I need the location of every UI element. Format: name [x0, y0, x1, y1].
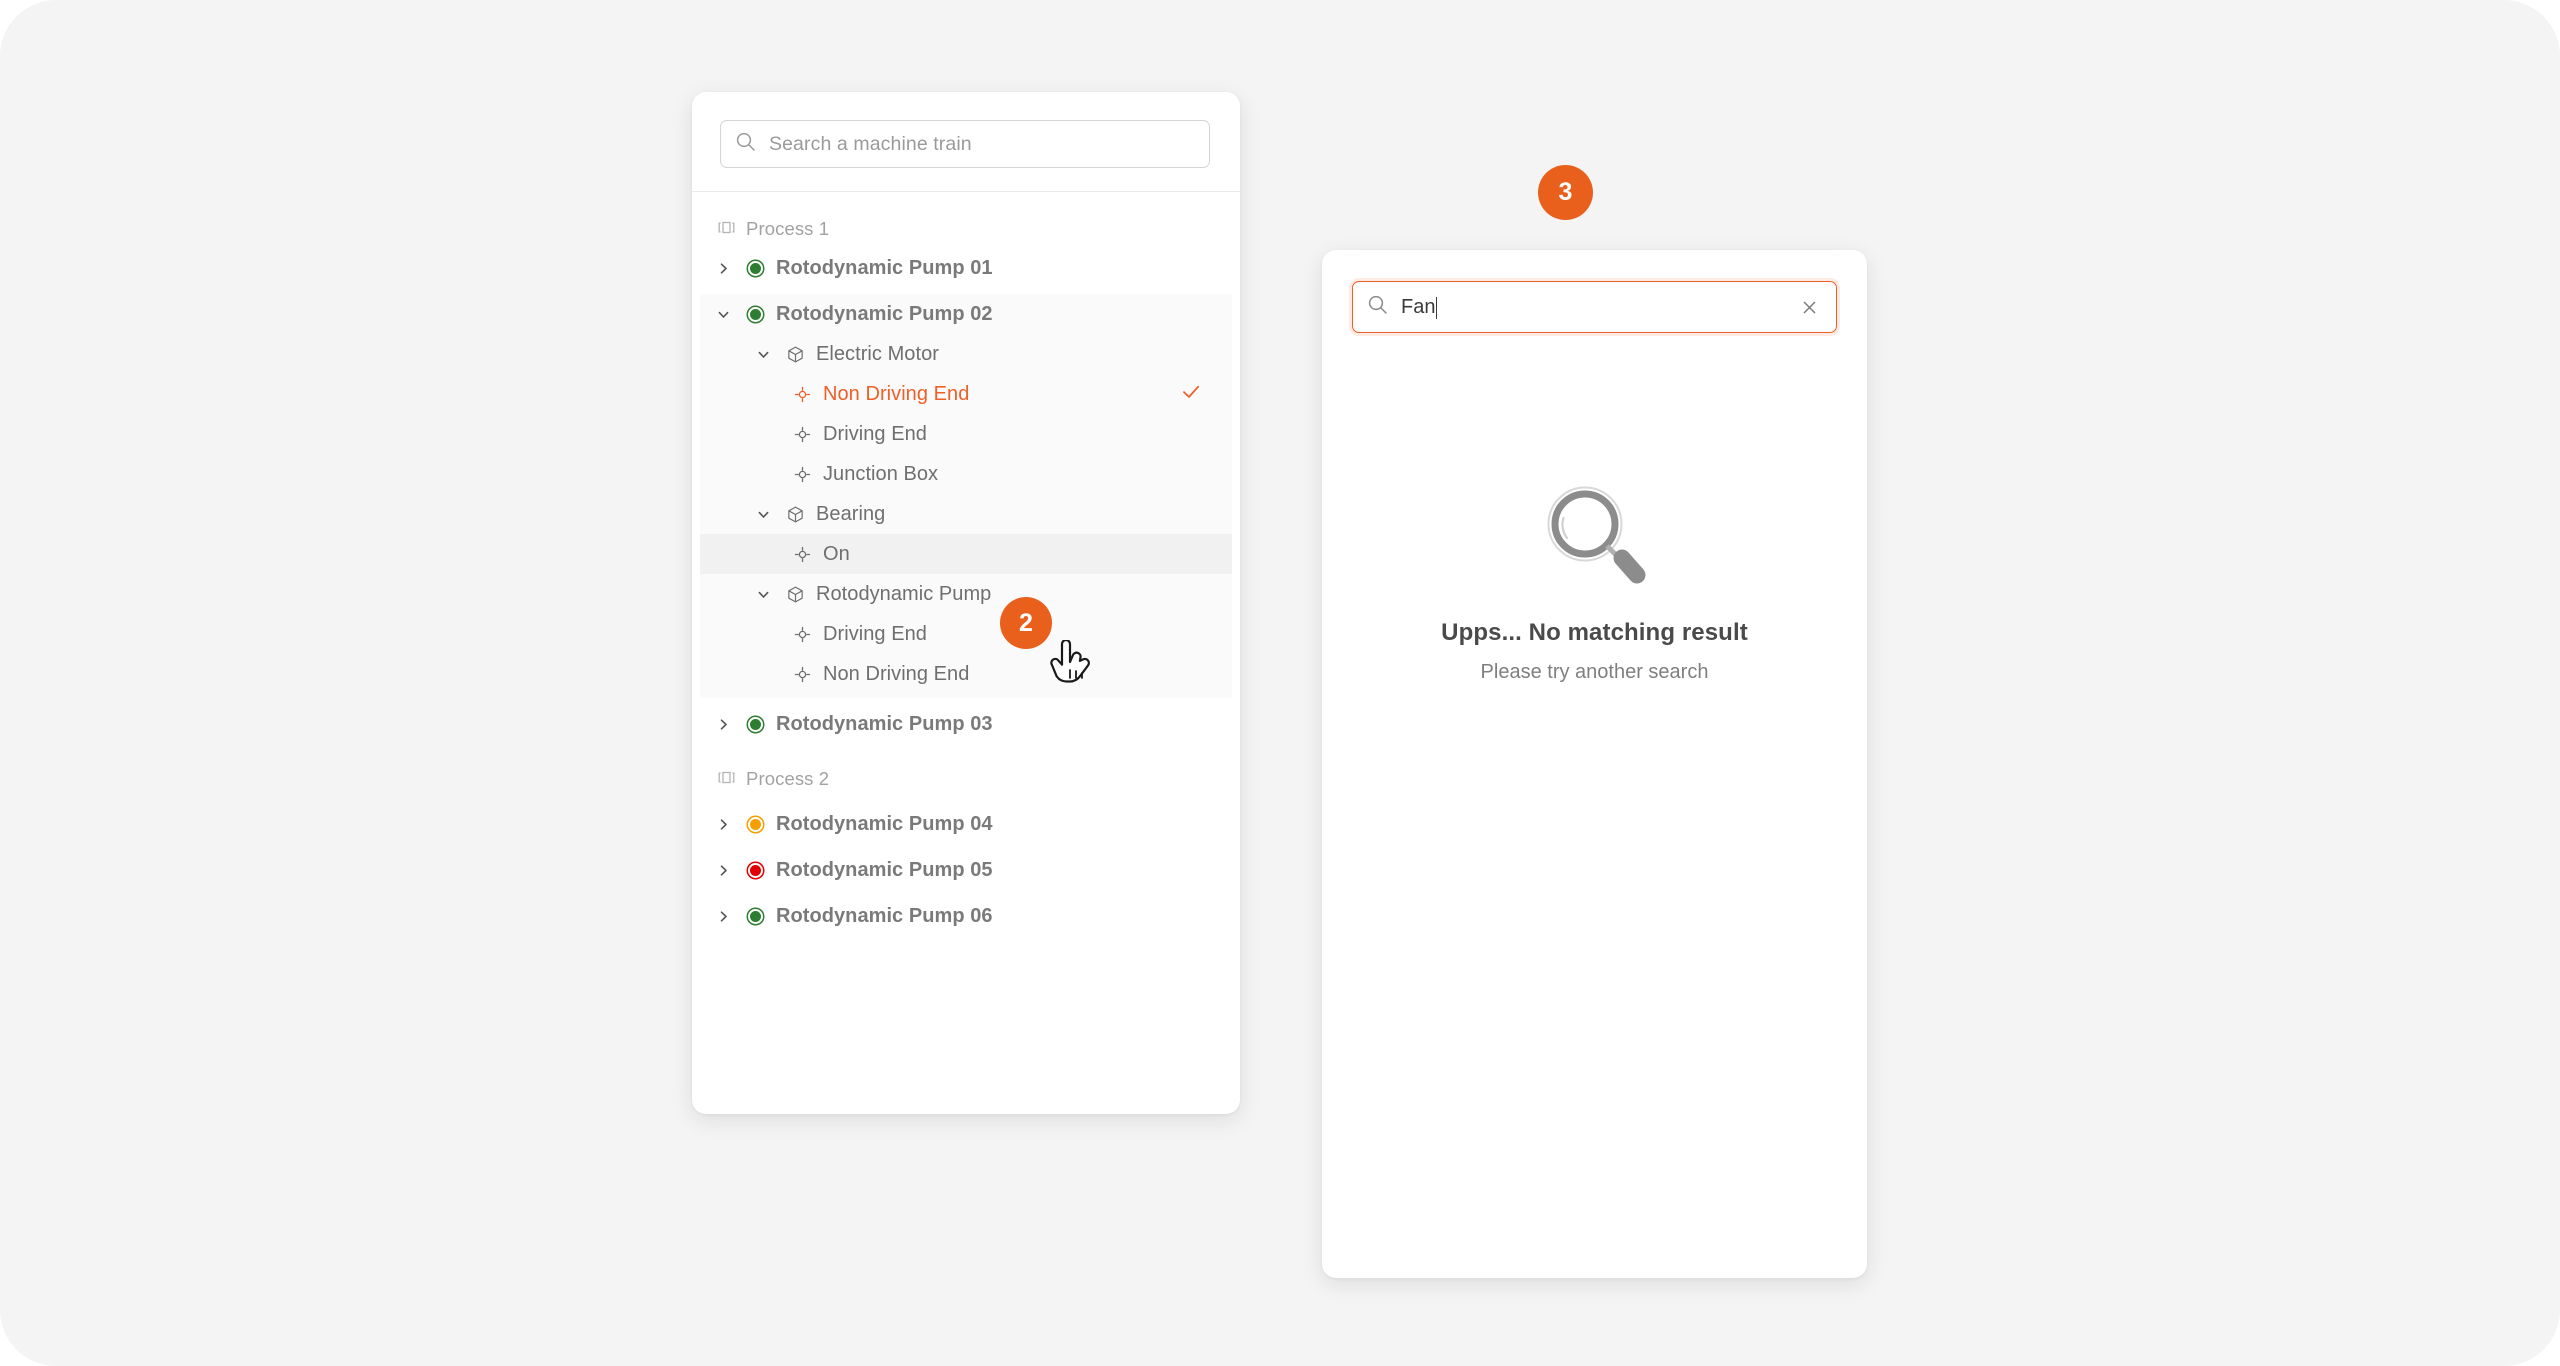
cube-icon [784, 343, 806, 365]
tree-row-point-selected[interactable]: Non Driving End [700, 374, 1232, 414]
chevron-right-icon[interactable] [712, 859, 734, 881]
chevron-right-icon[interactable] [712, 905, 734, 927]
tree-row-label: Non Driving End [823, 382, 970, 405]
tree-row-label: Driving End [823, 622, 927, 645]
tree-row-label: Rotodynamic Pump [816, 582, 992, 605]
tree-row-machine[interactable]: Rotodynamic Pump 04 [692, 804, 1240, 844]
tree-row-machine[interactable]: Rotodynamic Pump 05 [692, 850, 1240, 890]
tree-row-point[interactable]: Driving End [700, 614, 1232, 654]
check-icon [1180, 381, 1202, 408]
tree-group-header-process-2: Process 2 [692, 760, 1240, 798]
tree-row-label: Non Driving End [823, 662, 970, 685]
tree-row-point[interactable]: Junction Box [700, 454, 1232, 494]
measurement-point-icon [791, 623, 813, 645]
search-result-panel: Fan Upps... No matching result Please tr… [1322, 250, 1867, 1278]
search-placeholder-text: Search a machine train [769, 132, 972, 155]
tree-row-label: Rotodynamic Pump 06 [776, 904, 993, 927]
tree-group-label: Process 2 [746, 768, 830, 789]
tree-row-machine[interactable]: Rotodynamic Pump 01 [692, 248, 1240, 288]
measurement-point-icon [791, 383, 813, 405]
search-icon [1367, 294, 1388, 320]
empty-state-title: Upps... No matching result [1441, 619, 1748, 646]
cube-icon [784, 583, 806, 605]
result-search-input[interactable]: Fan [1352, 281, 1837, 333]
status-indicator-ok [744, 303, 766, 325]
empty-state-subtitle: Please try another search [1480, 661, 1709, 683]
machine-train-search-input[interactable]: Search a machine train [720, 120, 1210, 168]
chevron-down-icon[interactable] [752, 503, 774, 525]
process-icon [718, 768, 735, 790]
magnifier-illustration [1539, 480, 1651, 597]
tree-row-label: Rotodynamic Pump 01 [776, 256, 993, 279]
tree-row-label: Rotodynamic Pump 05 [776, 858, 993, 881]
cube-icon [784, 503, 806, 525]
status-indicator-ok [744, 905, 766, 927]
tree-row-label: Bearing [816, 502, 886, 525]
tree-row-label: Driving End [823, 422, 927, 445]
tree-row-point[interactable]: Non Driving End [700, 654, 1232, 694]
tree-row-point[interactable]: Driving End [700, 414, 1232, 454]
tree-row-point-hovered[interactable]: On [700, 534, 1232, 574]
app-canvas: Search a machine train Process 1 Rotodyn… [0, 0, 2560, 1366]
measurement-point-icon [791, 463, 813, 485]
tree-row-component[interactable]: Bearing [700, 494, 1232, 534]
chevron-down-icon[interactable] [712, 303, 734, 325]
tree-row-machine[interactable]: Rotodynamic Pump 06 [692, 896, 1240, 936]
measurement-point-icon [791, 543, 813, 565]
status-indicator-warn [744, 813, 766, 835]
measurement-point-icon [791, 663, 813, 685]
status-indicator-ok [744, 713, 766, 735]
tree-row-label: Junction Box [823, 462, 939, 485]
search-input-value: Fan [1401, 296, 1783, 319]
tree-row-machine[interactable]: Rotodynamic Pump 02 [700, 294, 1232, 334]
machine-tree-panel: Search a machine train Process 1 Rotodyn… [692, 92, 1240, 1114]
tree-row-label: Rotodynamic Pump 03 [776, 712, 993, 735]
close-icon[interactable] [1796, 294, 1822, 320]
expanded-machine-block: Rotodynamic Pump 02 Electric Motor Non D… [700, 294, 1232, 698]
step-badge-3: 3 [1538, 165, 1593, 220]
chevron-right-icon[interactable] [712, 257, 734, 279]
tree-row-component[interactable]: Rotodynamic Pump [700, 574, 1232, 614]
chevron-down-icon[interactable] [752, 583, 774, 605]
tree-search-header: Search a machine train [692, 92, 1240, 192]
tree-row-label: Electric Motor [816, 342, 939, 365]
chevron-down-icon[interactable] [752, 343, 774, 365]
tree-row-label: On [823, 542, 850, 565]
tree-row-component[interactable]: Electric Motor [700, 334, 1232, 374]
chevron-right-icon[interactable] [712, 813, 734, 835]
search-icon [735, 131, 756, 157]
process-icon [718, 218, 735, 240]
tree-row-label: Rotodynamic Pump 02 [776, 302, 993, 325]
status-indicator-ok [744, 257, 766, 279]
tree-row-machine[interactable]: Rotodynamic Pump 03 [692, 704, 1240, 744]
tree-row-label: Rotodynamic Pump 04 [776, 812, 993, 835]
status-indicator-alarm [744, 859, 766, 881]
machine-tree-body: Process 1 Rotodynamic Pump 01 Rotodynami… [692, 192, 1240, 1114]
measurement-point-icon [791, 423, 813, 445]
tree-group-label: Process 1 [746, 218, 830, 239]
tree-group-header-process-1: Process 1 [692, 210, 1240, 248]
chevron-right-icon[interactable] [712, 713, 734, 735]
empty-state: Upps... No matching result Please try an… [1322, 480, 1867, 684]
step-badge-2: 2 [1000, 597, 1052, 649]
